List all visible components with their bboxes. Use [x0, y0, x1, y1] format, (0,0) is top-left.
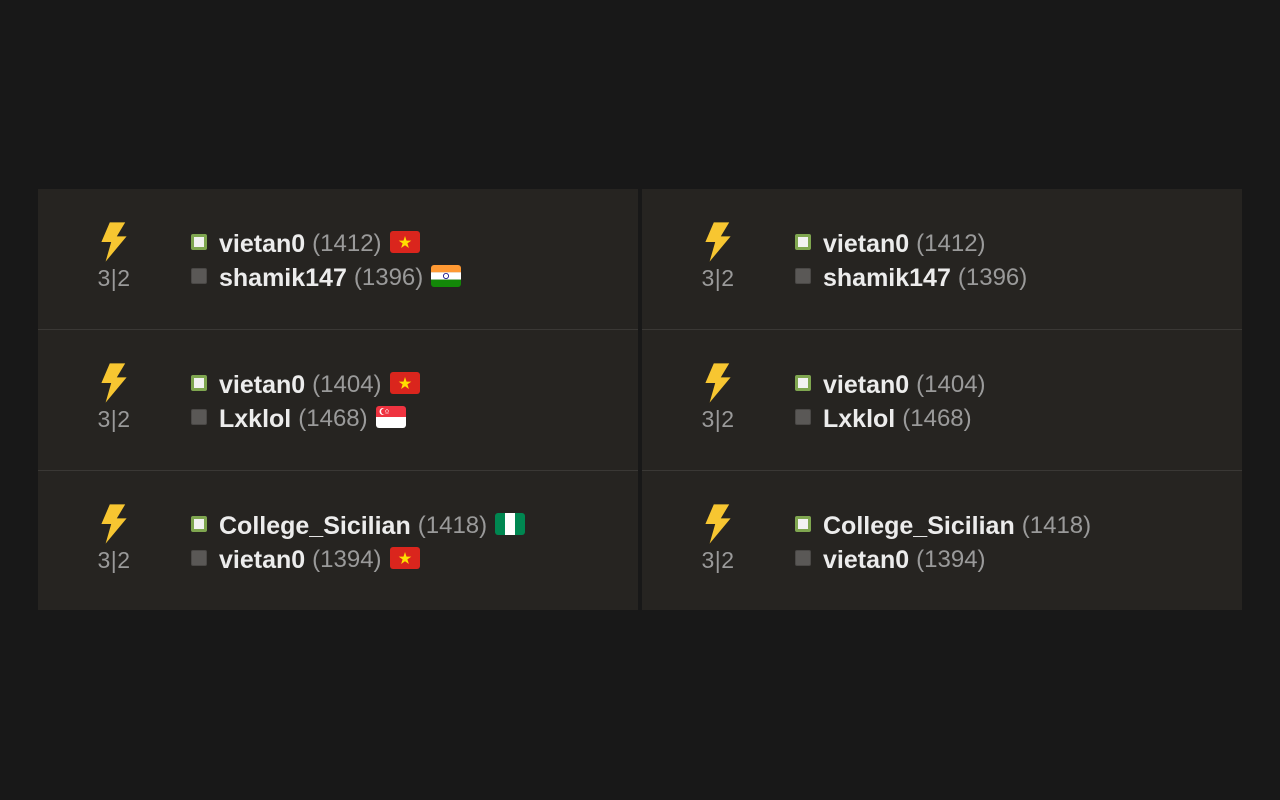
players: vietan0 (1404) Lxklol (1468)	[191, 368, 420, 436]
player-name[interactable]: vietan0	[219, 230, 305, 259]
black-player[interactable]: Lxklol (1468)	[191, 402, 420, 436]
bolt-icon	[101, 504, 127, 544]
game-row[interactable]: 3|2 vietan0 (1412) shamik147 (1396)	[642, 189, 1242, 329]
player-name[interactable]: vietan0	[219, 371, 305, 400]
black-player[interactable]: shamik147 (1396)	[191, 261, 462, 295]
black-piece-icon	[795, 268, 811, 284]
player-rating: (1418)	[1021, 512, 1092, 539]
time-control: 3|2	[701, 547, 735, 573]
player-rating: (1394)	[916, 546, 986, 573]
player-rating: (1394)	[312, 546, 382, 573]
white-player[interactable]: College_Sicilian (1418)	[795, 509, 1091, 543]
time-control-cell: 3|2	[698, 503, 738, 573]
black-piece-icon	[191, 409, 207, 425]
bolt-icon	[101, 363, 127, 403]
white-piece-icon	[191, 516, 207, 532]
black-piece-icon	[191, 550, 207, 566]
players: vietan0 (1412) shamik147 (1396)	[191, 227, 462, 295]
black-piece-icon	[191, 268, 207, 284]
player-rating: (1404)	[916, 371, 986, 398]
player-name[interactable]: vietan0	[823, 546, 909, 575]
black-piece-icon	[795, 550, 811, 566]
white-piece-icon	[795, 375, 811, 391]
player-rating: (1396)	[353, 264, 424, 291]
white-piece-icon	[795, 234, 811, 250]
white-player[interactable]: vietan0 (1412)	[191, 227, 461, 261]
game-row[interactable]: 3|2 College_Sicilian (1418) vietan0 (139…	[38, 470, 638, 611]
white-player[interactable]: vietan0 (1412)	[795, 227, 1027, 261]
white-piece-icon	[191, 375, 207, 391]
game-row[interactable]: 3|2 vietan0 (1404) Lxklol (1468)	[38, 329, 638, 470]
black-player[interactable]: Lxklol (1468)	[795, 402, 986, 436]
white-player[interactable]: vietan0 (1404)	[795, 368, 986, 402]
player-rating: (1418)	[417, 512, 488, 539]
players: vietan0 (1404) Lxklol (1468)	[795, 368, 986, 436]
bolt-icon	[705, 504, 731, 544]
game-list-with-flags: 3|2 vietan0 (1412) shamik147 (1396) 3|2	[38, 189, 638, 610]
time-control-cell: 3|2	[94, 362, 134, 432]
time-control-cell: 3|2	[698, 362, 738, 432]
india-flag-icon	[431, 265, 462, 287]
singapore-flag-icon	[375, 406, 406, 428]
game-row[interactable]: 3|2 vietan0 (1412) shamik147 (1396)	[38, 189, 638, 329]
player-rating: (1468)	[902, 405, 972, 432]
time-control-cell: 3|2	[94, 503, 134, 573]
time-control: 3|2	[701, 406, 735, 432]
black-player[interactable]: shamik147 (1396)	[795, 261, 1027, 295]
vietnam-flag-icon	[389, 372, 420, 394]
player-rating: (1468)	[298, 405, 368, 432]
time-control: 3|2	[97, 265, 131, 291]
bolt-icon	[705, 363, 731, 403]
game-list-without-flags: 3|2 vietan0 (1412) shamik147 (1396) 3|2 …	[642, 189, 1242, 610]
player-name[interactable]: shamik147	[823, 264, 951, 293]
white-piece-icon	[191, 234, 207, 250]
black-player[interactable]: vietan0 (1394)	[191, 543, 525, 577]
bolt-icon	[705, 222, 731, 262]
players: College_Sicilian (1418) vietan0 (1394)	[191, 509, 526, 577]
time-control-cell: 3|2	[698, 221, 738, 291]
white-piece-icon	[795, 516, 811, 532]
players: vietan0 (1412) shamik147 (1396)	[795, 227, 1027, 295]
player-rating: (1412)	[916, 230, 986, 257]
vietnam-flag-icon	[389, 231, 420, 253]
player-name[interactable]: College_Sicilian	[823, 512, 1015, 541]
time-control: 3|2	[97, 547, 131, 573]
black-piece-icon	[795, 409, 811, 425]
white-player[interactable]: vietan0 (1404)	[191, 368, 420, 402]
time-control-cell: 3|2	[94, 221, 134, 291]
player-name[interactable]: Lxklol	[219, 405, 291, 434]
player-name[interactable]: shamik147	[219, 264, 347, 293]
player-name[interactable]: Lxklol	[823, 405, 895, 434]
nigeria-flag-icon	[495, 513, 526, 535]
player-name[interactable]: College_Sicilian	[219, 512, 411, 541]
black-player[interactable]: vietan0 (1394)	[795, 543, 1091, 577]
game-row[interactable]: 3|2 College_Sicilian (1418) vietan0 (139…	[642, 470, 1242, 611]
player-name[interactable]: vietan0	[823, 230, 909, 259]
player-rating: (1404)	[312, 371, 382, 398]
time-control: 3|2	[701, 265, 735, 291]
player-rating: (1396)	[957, 264, 1028, 291]
game-row[interactable]: 3|2 vietan0 (1404) Lxklol (1468)	[642, 329, 1242, 470]
player-rating: (1412)	[312, 230, 382, 257]
player-name[interactable]: vietan0	[823, 371, 909, 400]
white-player[interactable]: College_Sicilian (1418)	[191, 509, 526, 543]
time-control: 3|2	[97, 406, 131, 432]
vietnam-flag-icon	[389, 547, 420, 569]
players: College_Sicilian (1418) vietan0 (1394)	[795, 509, 1091, 577]
bolt-icon	[101, 222, 127, 262]
player-name[interactable]: vietan0	[219, 546, 305, 575]
